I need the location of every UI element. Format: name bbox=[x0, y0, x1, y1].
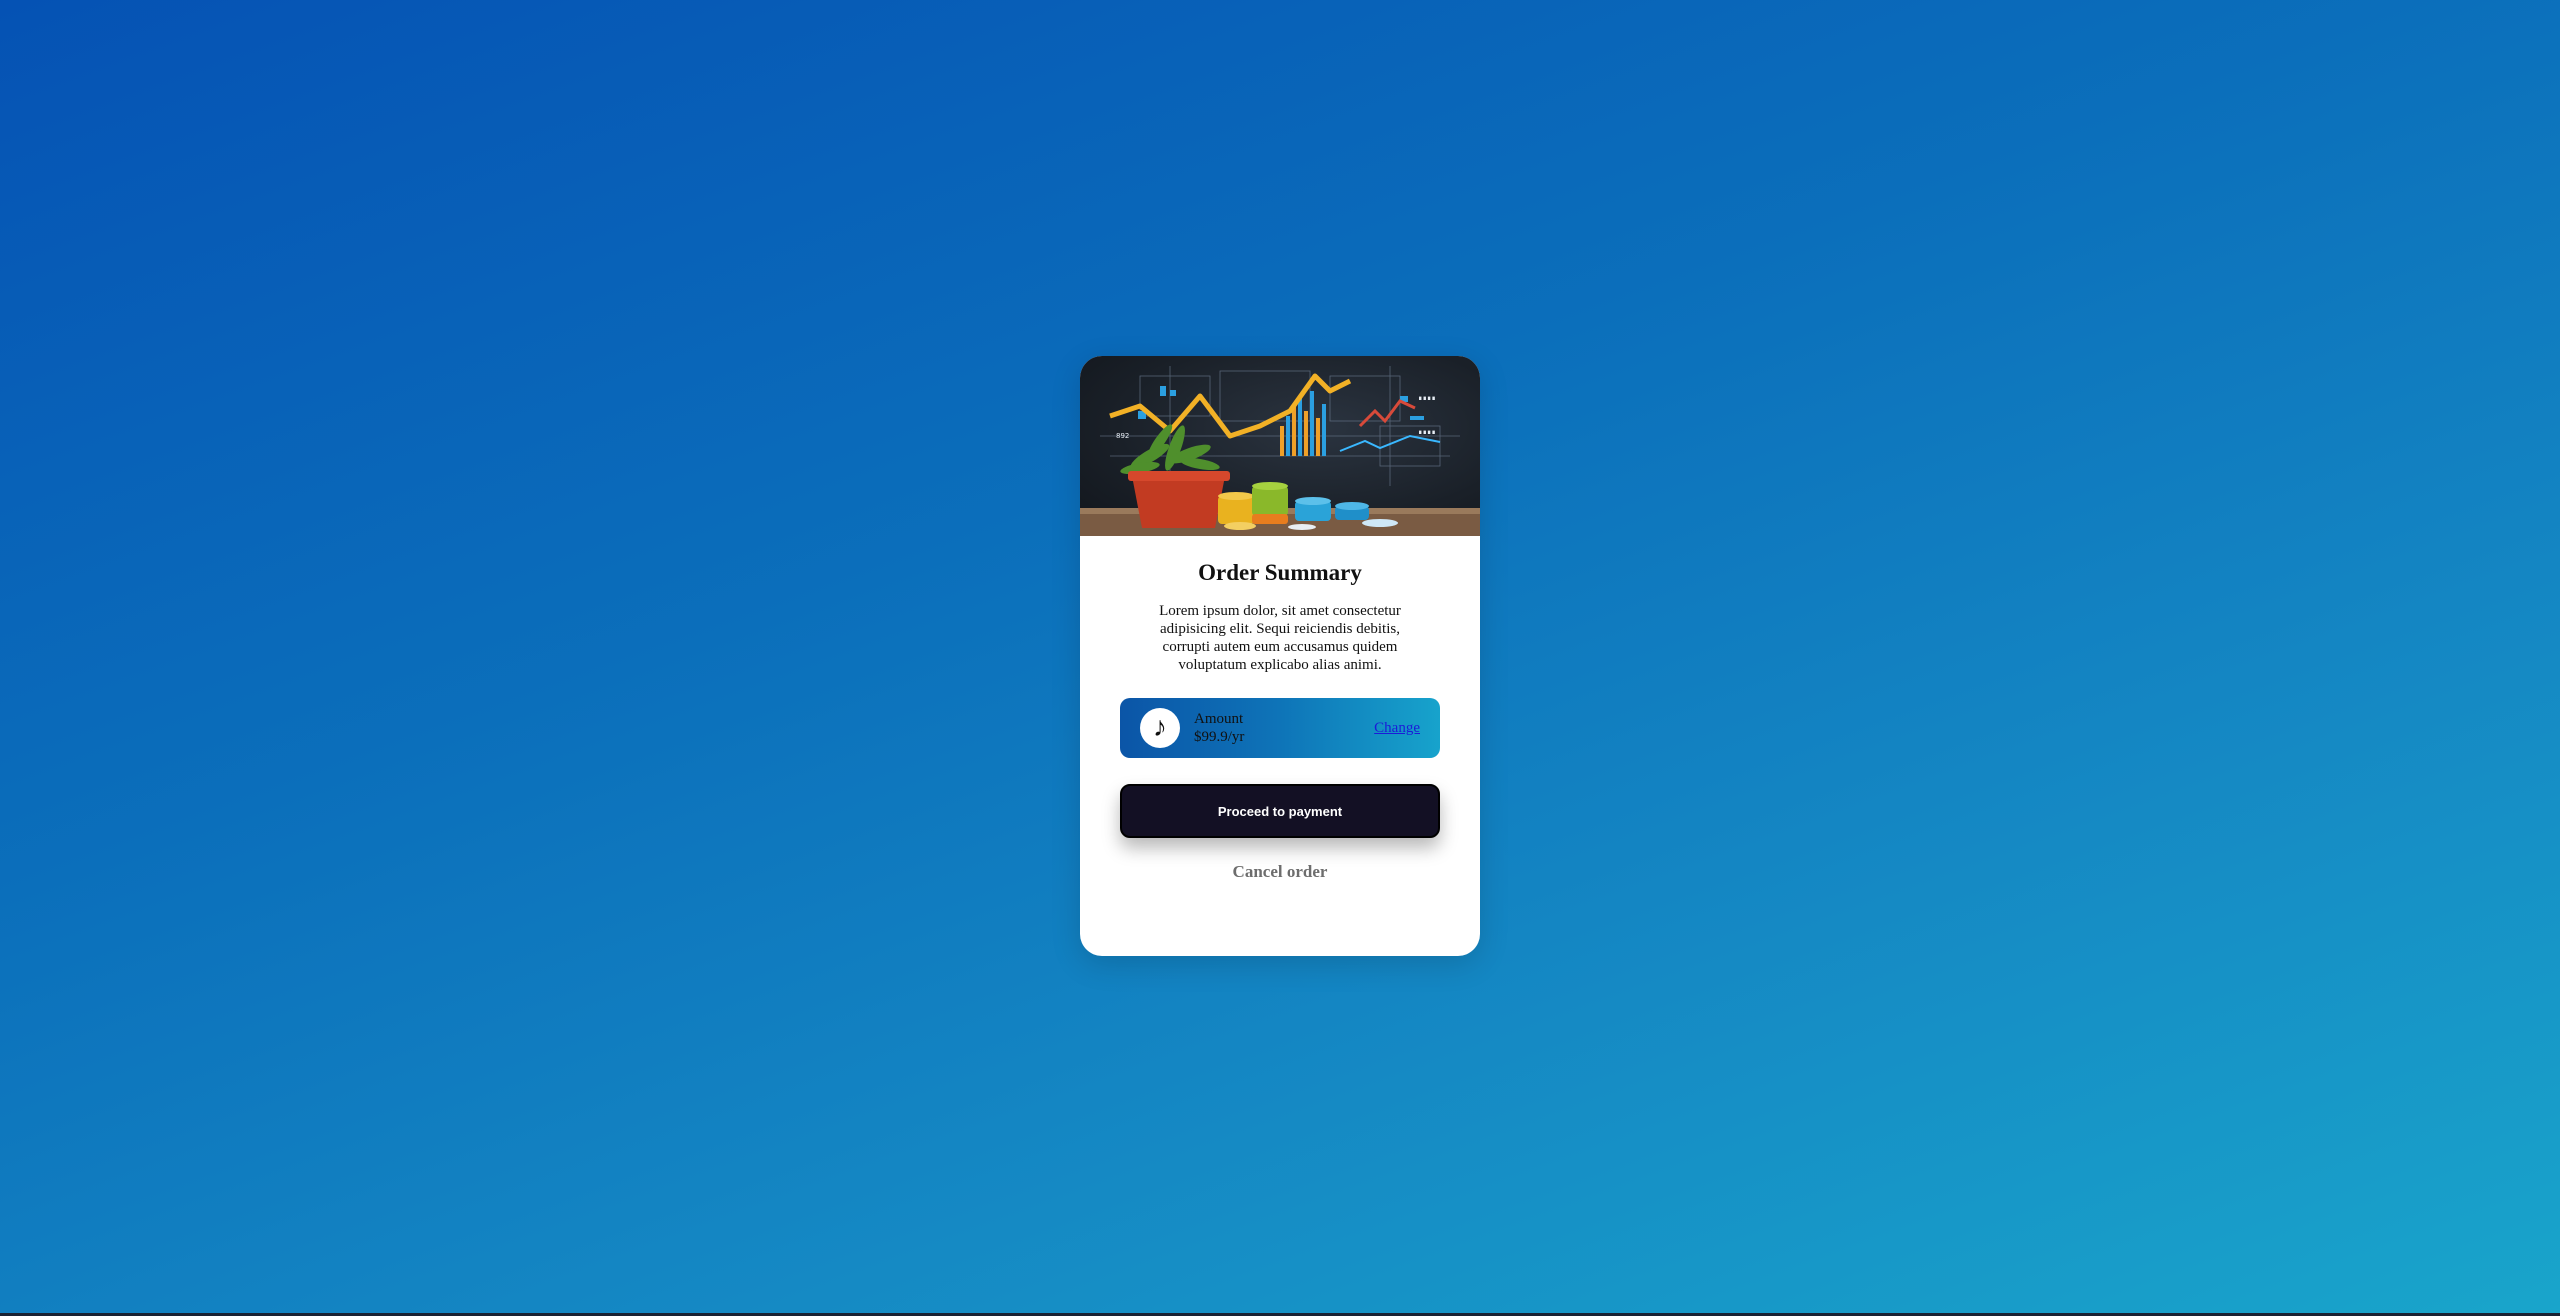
plan-amount-label: Amount bbox=[1194, 711, 1244, 727]
order-description: Lorem ipsum dolor, sit amet consectetur … bbox=[1159, 603, 1401, 673]
music-note-icon: ♪ bbox=[1140, 708, 1180, 748]
svg-text:∎∎∎∎: ∎∎∎∎ bbox=[1418, 428, 1436, 436]
plan-details: Amount $99.9/yr bbox=[1194, 710, 1374, 746]
page-title: Order Summary bbox=[1198, 560, 1362, 585]
hero-illustration: 892 ∎∎∎∎ ∎∎∎∎ bbox=[1080, 366, 1480, 536]
plan-summary: ♪ Amount $99.9/yr Change bbox=[1120, 698, 1440, 758]
plan-price: $99.9/yr bbox=[1194, 729, 1245, 745]
cancel-order-button[interactable]: Cancel order bbox=[1120, 862, 1440, 882]
hero-image: 892 ∎∎∎∎ ∎∎∎∎ bbox=[1080, 356, 1480, 536]
card-body: Order Summary Lorem ipsum dolor, sit ame… bbox=[1080, 560, 1480, 882]
proceed-to-payment-button[interactable]: Proceed to payment bbox=[1120, 784, 1440, 838]
order-summary-card: 892 ∎∎∎∎ ∎∎∎∎ Order Summary Lorem ipsum … bbox=[1080, 356, 1480, 956]
page-background: { "card": { "hero_alt": "plant pot and f… bbox=[0, 0, 2560, 1316]
svg-text:892: 892 bbox=[1116, 432, 1129, 440]
svg-text:∎∎∎∎: ∎∎∎∎ bbox=[1418, 394, 1436, 402]
change-plan-link[interactable]: Change bbox=[1374, 720, 1420, 737]
